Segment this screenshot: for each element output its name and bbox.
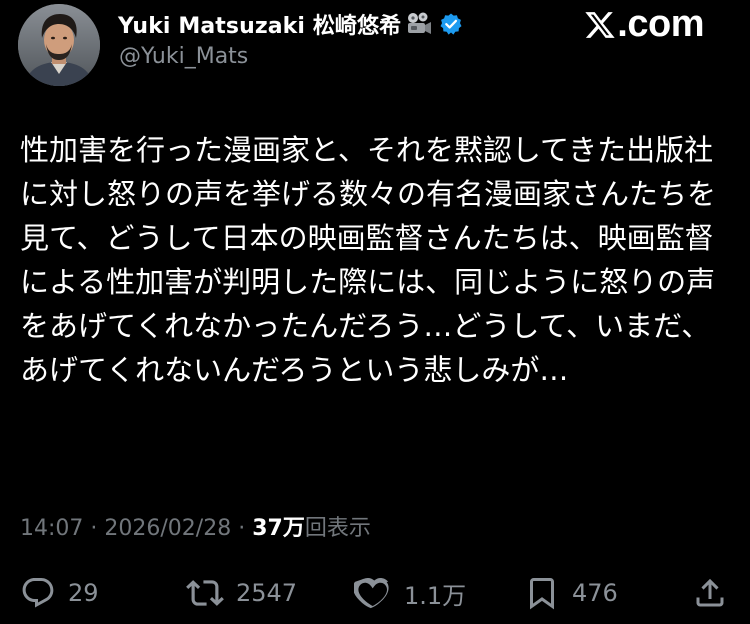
tweet-time[interactable]: 14:07 (20, 516, 83, 541)
share-icon (692, 575, 728, 611)
share-button[interactable] (692, 570, 728, 616)
like-count: 1.1万 (404, 581, 467, 610)
tweet-meta: 14:07 · 2026/02/28 · 37万回表示 (20, 510, 371, 542)
meta-separator: · (90, 516, 98, 541)
like-icon (354, 574, 392, 612)
brand-logo: .com (584, 2, 704, 46)
x-logo-icon (584, 8, 616, 40)
verified-badge-icon (439, 12, 463, 36)
reply-button[interactable]: 29 (20, 570, 99, 616)
meta-separator: · (238, 516, 246, 541)
bookmark-button[interactable]: 476 (524, 570, 618, 616)
repost-icon (186, 574, 224, 612)
avatar[interactable] (18, 4, 100, 86)
reply-count: 29 (68, 579, 99, 607)
bookmark-count: 476 (572, 579, 618, 607)
display-name-text: Yuki Matsuzaki 松崎悠希 (118, 14, 402, 39)
display-name[interactable]: Yuki Matsuzaki 松崎悠希 (118, 8, 463, 40)
brand-domain-text: .com (617, 2, 704, 45)
action-bar: 29 2547 1.1万 476 (0, 570, 750, 616)
reply-icon (20, 575, 56, 611)
tweet-text: 性加害を行った漫画家と、それを黙認してきた出版社に対し怒りの声を挙げる数々の有名… (20, 133, 717, 387)
repost-count: 2547 (236, 579, 298, 607)
film-projector-icon (405, 11, 433, 37)
user-handle[interactable]: @Yuki_Mats (119, 44, 248, 69)
like-button[interactable]: 1.1万 (354, 570, 466, 616)
views-label: 回表示 (304, 516, 371, 541)
views-count: 37万 (252, 516, 305, 541)
tweet-date[interactable]: 2026/02/28 (104, 516, 231, 541)
bookmark-icon (524, 575, 560, 611)
repost-button[interactable]: 2547 (186, 570, 297, 616)
